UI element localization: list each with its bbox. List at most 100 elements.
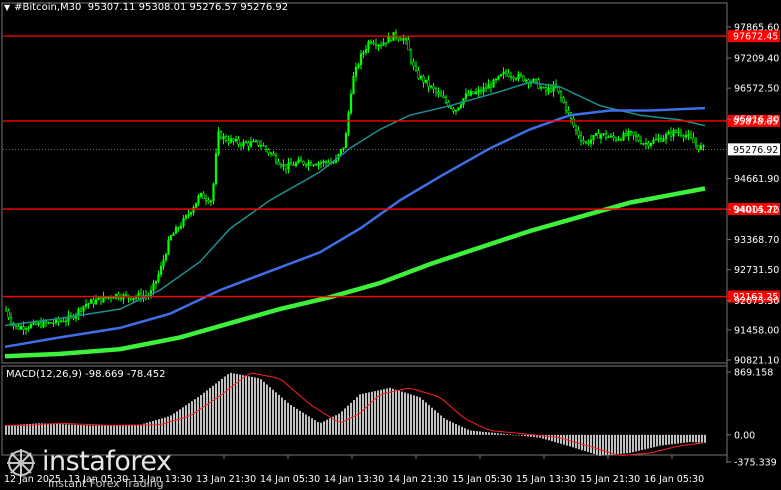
macd-bar <box>662 434 664 446</box>
candle-body <box>474 91 478 95</box>
candle-body <box>247 142 250 147</box>
candle-body <box>189 212 193 215</box>
candle-body <box>472 91 475 95</box>
macd-bar <box>113 425 115 435</box>
macd-bar <box>260 379 262 435</box>
macd-bar <box>419 397 421 435</box>
macd-bar <box>71 424 73 435</box>
candle-body <box>19 326 23 330</box>
price-tick-label: 97865.60 <box>734 23 779 34</box>
candle-body <box>679 132 683 136</box>
candle-body <box>87 303 90 305</box>
macd-bar <box>161 418 163 435</box>
macd-bar <box>449 421 451 435</box>
candle-body <box>407 39 410 51</box>
candle-body <box>39 322 43 328</box>
macd-bar <box>188 403 190 435</box>
macd-bar <box>605 434 607 456</box>
macd-bar <box>371 391 373 435</box>
chart-header: ▼ #Bitcoin,M30 95307.11 95308.01 95276.57… <box>4 2 288 13</box>
candle-body <box>254 140 258 143</box>
candle-body <box>84 303 88 307</box>
price-tick-label: 94005.70 <box>734 205 779 216</box>
macd-bar <box>83 425 85 435</box>
macd-bar <box>695 434 697 443</box>
instaforex-logo-icon <box>7 449 35 477</box>
candle-body <box>239 143 243 147</box>
candle-body <box>222 136 225 140</box>
candle-body <box>479 89 483 93</box>
macd-bar <box>200 395 202 435</box>
macd-bar <box>89 425 91 435</box>
candle-body <box>494 78 498 81</box>
candle-body <box>432 85 435 90</box>
candle-body <box>157 274 160 282</box>
macd-bar <box>275 392 277 435</box>
macd-bar <box>374 391 376 435</box>
macd-bar <box>416 396 418 435</box>
macd-bar <box>668 434 670 445</box>
macd-bar <box>551 434 553 442</box>
macd-bar <box>638 434 640 451</box>
candle-body <box>44 321 48 324</box>
candle-body <box>372 42 375 45</box>
candle-body <box>274 154 278 163</box>
macd-bar <box>77 424 79 435</box>
candle-body <box>242 141 245 147</box>
macd-bar <box>278 394 280 435</box>
candle-body <box>424 79 428 83</box>
candle-body <box>132 297 135 301</box>
macd-bar <box>494 432 496 435</box>
macd-bar <box>593 434 595 454</box>
macd-bar <box>674 434 676 444</box>
macd-bar <box>119 425 121 435</box>
candle-body <box>449 106 453 109</box>
macd-bar <box>485 432 487 435</box>
candle-body <box>592 135 595 141</box>
candle-body <box>672 130 675 137</box>
candle-body <box>459 104 463 108</box>
dropdown-triangle-icon[interactable]: ▼ <box>4 3 10 12</box>
candle-body <box>489 84 493 88</box>
macd-bar <box>317 422 319 435</box>
time-tick-label: 15 Jan 21:30 <box>580 474 640 485</box>
macd-bar <box>683 434 685 443</box>
macd-bar <box>323 421 325 435</box>
macd-bar <box>329 418 331 435</box>
macd-bar <box>575 434 577 449</box>
candle-body <box>384 42 388 44</box>
candle-body <box>184 215 188 219</box>
candle-body <box>487 84 490 89</box>
macd-bar <box>563 434 565 445</box>
time-tick-label: 16 Jan 05:30 <box>644 474 704 485</box>
candle-body <box>602 133 605 135</box>
macd-bar <box>53 423 55 435</box>
macd-bar <box>212 385 214 435</box>
candle-body <box>37 322 40 325</box>
candle-body <box>649 143 653 147</box>
candle-body <box>27 327 30 329</box>
candle-body <box>349 93 353 114</box>
macd-bar <box>134 424 136 435</box>
candle-body <box>77 308 80 315</box>
candle-body <box>567 110 570 113</box>
candle-body <box>214 153 218 185</box>
candle-body <box>347 112 350 134</box>
macd-bar <box>461 426 463 435</box>
candle-body <box>694 142 698 146</box>
candle-body <box>199 192 203 197</box>
candle-body <box>374 43 378 46</box>
candle-body <box>352 76 355 95</box>
macd-bar <box>554 434 556 443</box>
macd-bar <box>470 430 472 435</box>
candle-body <box>174 227 178 234</box>
price-chart[interactable]: 97672.4595878.6594014.2292163.2595276.92… <box>0 0 781 489</box>
macd-bar <box>644 434 646 450</box>
candle-body <box>507 72 510 77</box>
macd-bar <box>164 417 166 435</box>
macd-bar <box>623 434 625 454</box>
candle-body <box>297 159 300 164</box>
candle-body <box>79 308 83 312</box>
macd-bar <box>59 424 61 435</box>
macd-tick-label: -375.339 <box>734 458 777 469</box>
